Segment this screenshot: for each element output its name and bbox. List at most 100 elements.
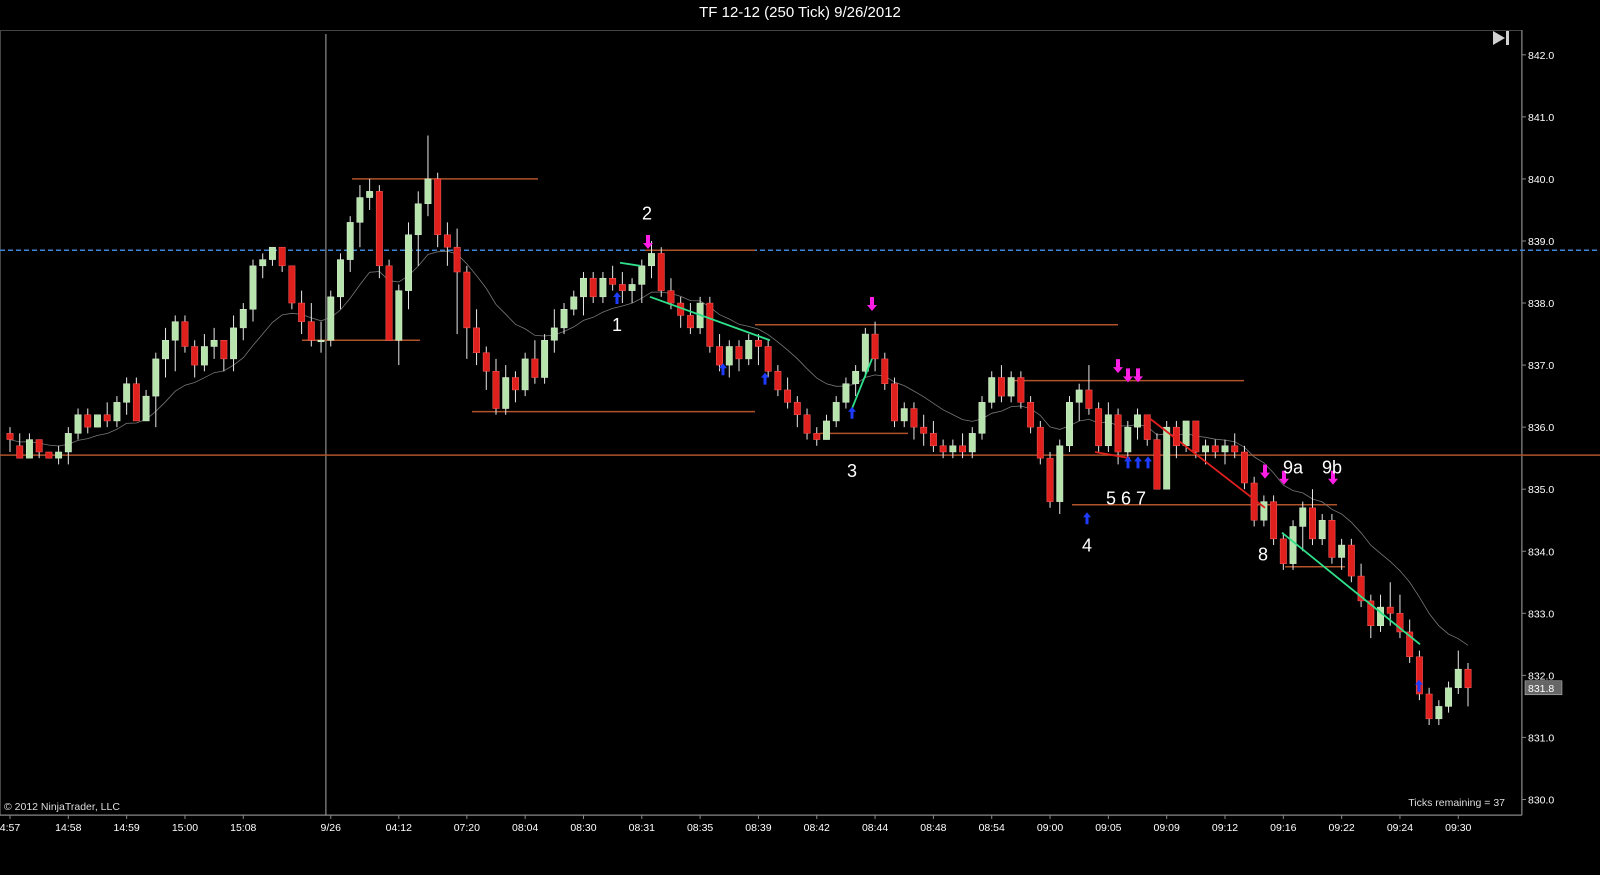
x-tick-label: 14:59 [113,822,139,834]
down-candle [1347,538,1355,583]
down-candle [1095,402,1103,452]
scroll-to-end-icon[interactable] [1493,31,1509,45]
x-tick-label: 08:31 [629,822,655,834]
up-candle [327,290,335,347]
down-candle [881,352,889,390]
buy-arrow-icon [1083,512,1091,525]
up-candle [570,290,578,316]
candle-body [414,203,422,236]
candle-body [249,265,257,310]
up-candle [55,445,63,465]
down-candle [686,303,694,335]
candle-body [852,371,860,384]
candle-body [939,445,947,453]
moving-average-line [9,250,1469,646]
buy-arrow-icon [613,291,621,304]
candle-body [1328,519,1336,558]
x-tick-label: 09:24 [1387,822,1413,834]
x-tick-label: 08:48 [920,822,946,834]
candle-body [618,284,626,291]
down-candle [531,340,539,384]
candle-body [511,377,519,391]
y-tick-label: 834.0 [1528,546,1554,558]
candle-body [1027,402,1035,428]
y-tick-label: 839.0 [1528,236,1554,248]
sell-arrow-icon [1113,359,1123,374]
up-candle [1454,650,1462,694]
down-candle [813,427,821,446]
x-tick-label: 08:30 [570,822,596,834]
down-candle [220,340,228,372]
labels-layer: 1 2 3 4 5 6 7 8 9a 9b [612,203,1342,564]
candle-body [1202,445,1210,453]
candle-body [968,433,976,453]
down-candle [463,265,471,359]
candle-body [823,420,830,440]
up-candle [94,414,101,428]
down-candle [1153,433,1161,490]
candle-body [842,383,850,403]
down-candle [764,340,772,378]
down-candle [1240,445,1248,490]
candle-body [259,259,267,267]
trade-annotation-label: 5 6 7 [1106,489,1146,509]
candle-body [599,277,607,298]
candle-body [550,327,558,341]
down-candle [774,365,782,397]
candle-body [1309,507,1316,540]
candle-body [453,246,461,273]
up-candle [1318,514,1326,546]
up-candle [541,334,549,384]
candle-body [716,346,724,366]
candle-body [395,290,403,341]
candle-body [609,277,617,285]
candle-body [1017,377,1025,403]
candle-body [375,191,383,267]
sell-arrow-icon [1260,464,1270,479]
candle-body [327,296,335,341]
up-candle [395,284,403,366]
candle-body [210,340,218,347]
candle-body [1095,408,1103,447]
up-candle [337,253,344,310]
x-tick-label: 04:12 [386,822,412,834]
x-tick-label: 08:54 [979,822,1005,834]
down-candle [910,402,918,440]
down-candle [997,365,1005,403]
candle-body [1279,538,1287,564]
candle-body [1182,420,1190,447]
candle-body [570,296,578,310]
x-tick-label: 15:00 [172,822,198,834]
trade-annotation-label: 4 [1082,535,1092,555]
down-candle [1027,396,1035,434]
up-candle [842,377,850,409]
up-candle [725,340,733,378]
down-candle [1017,371,1025,409]
candle-body [793,402,801,415]
candle-body [978,402,986,434]
candle-body [1221,445,1229,453]
candle-body [6,433,14,440]
up-candle [900,402,908,428]
up-candle [1066,396,1073,452]
candle-body [94,414,101,428]
down-candle [1046,451,1054,508]
up-candle [1221,439,1229,465]
down-candle [784,377,792,409]
candle-body [988,377,996,403]
up-candle [74,408,82,440]
y-tick-label: 841.0 [1528,112,1554,124]
candle-body [1445,687,1453,707]
candle-body [832,402,840,422]
price-chart[interactable]: 12345 6 789a 9b 830.0831.0832.0833.0834.0… [0,0,1600,875]
candle-body [1231,445,1239,453]
trendlines-layer [619,261,1421,646]
down-candle [492,358,500,415]
x-tick-label: 09:30 [1445,822,1471,834]
candle-body [784,389,792,403]
x-tick-label: 08:39 [745,822,771,834]
down-candle [181,315,189,353]
y-tick-label: 840.0 [1528,174,1554,186]
candle-body [1124,426,1132,453]
candle-body [735,346,743,360]
